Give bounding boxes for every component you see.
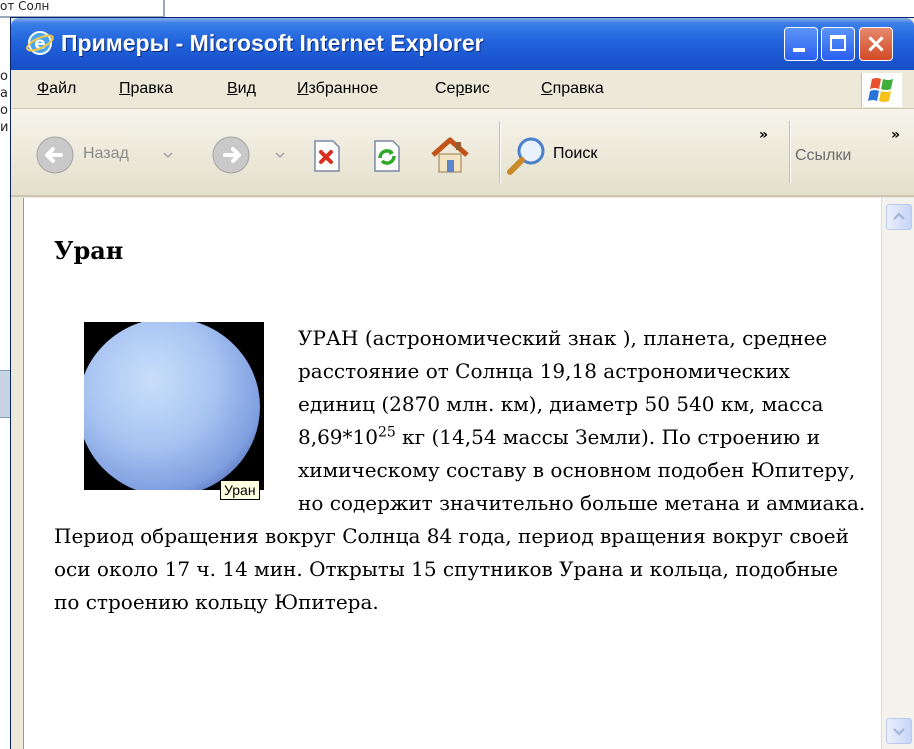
forward-button[interactable] <box>211 135 291 175</box>
window-title: Примеры - Microsoft Internet Explorer <box>61 30 484 56</box>
paragraph-exponent: 25 <box>377 424 396 441</box>
search-label: Поиск <box>553 145 598 162</box>
image-tooltip: Уран <box>220 480 260 500</box>
title-bar[interactable]: e Примеры - Microsoft Internet Explorer … <box>11 18 914 70</box>
ie-window: e Примеры - Microsoft Internet Explorer … <box>10 17 914 749</box>
menu-help[interactable]: Справка <box>541 80 604 98</box>
links-chevron[interactable]: » <box>891 127 900 143</box>
back-dropdown-icon <box>163 152 173 159</box>
toolbar-chevron[interactable]: » <box>759 127 768 143</box>
background-frame <box>0 0 165 18</box>
toolbar: Назад Поиск » Ссылки » <box>11 109 914 197</box>
home-icon[interactable] <box>429 135 471 175</box>
search-button[interactable]: Поиск <box>505 135 635 175</box>
menu-favorites-accel: И <box>297 80 309 97</box>
menu-help-label-rest: правка <box>552 80 604 97</box>
toolbar-separator <box>499 121 501 183</box>
uranus-image[interactable] <box>84 322 264 490</box>
minimize-icon <box>793 48 805 52</box>
scroll-down-button[interactable] <box>886 718 912 744</box>
menu-favorites-label-rest: збранное <box>308 80 379 97</box>
close-button[interactable]: × <box>859 27 893 61</box>
menu-file-accel: Ф <box>37 80 50 97</box>
links-label[interactable]: Ссылки <box>795 147 851 165</box>
menu-help-accel: С <box>541 80 553 97</box>
menu-edit-label-rest: равка <box>130 80 174 97</box>
forward-dropdown-icon <box>275 152 285 159</box>
menu-tools-label: Се <box>435 80 456 97</box>
menu-file[interactable]: Файл <box>37 80 76 98</box>
minimize-button[interactable] <box>784 27 818 61</box>
refresh-icon[interactable] <box>371 139 403 173</box>
stop-icon[interactable] <box>311 139 343 173</box>
page-heading: Уран <box>54 236 124 265</box>
menu-view[interactable]: Вид <box>227 80 256 98</box>
menu-bar: Файл Правка Вид Избранное Сервис Справка <box>11 70 914 109</box>
links-separator <box>789 121 791 183</box>
maximize-icon <box>830 35 846 51</box>
ie-icon: e <box>26 31 54 55</box>
menu-edit-accel: П <box>119 80 131 97</box>
vertical-scrollbar[interactable] <box>881 198 914 749</box>
back-arrow-icon <box>36 136 74 174</box>
chevron-down-icon <box>893 728 905 736</box>
menu-edit[interactable]: Правка <box>119 80 173 98</box>
back-button[interactable]: Назад <box>35 135 175 175</box>
search-icon <box>507 137 545 175</box>
menu-favorites[interactable]: Избранное <box>297 80 378 98</box>
menu-view-accel: В <box>227 80 238 97</box>
menu-tools-label-rest: вис <box>464 80 490 97</box>
maximize-button[interactable] <box>821 27 855 61</box>
close-icon: × <box>865 29 887 59</box>
uranus-planet <box>84 322 260 490</box>
windows-logo-icon <box>861 73 902 107</box>
forward-arrow-icon <box>212 136 250 174</box>
page-content: Уран УРАН (астрономический знак ), плане… <box>23 198 882 749</box>
menu-tools[interactable]: Сервис <box>435 80 490 98</box>
chevron-up-icon <box>893 212 905 220</box>
back-label: Назад <box>83 145 129 162</box>
menu-file-label-rest: айл <box>49 80 77 97</box>
scroll-up-button[interactable] <box>886 204 912 230</box>
menu-view-label-rest: ид <box>237 80 256 97</box>
